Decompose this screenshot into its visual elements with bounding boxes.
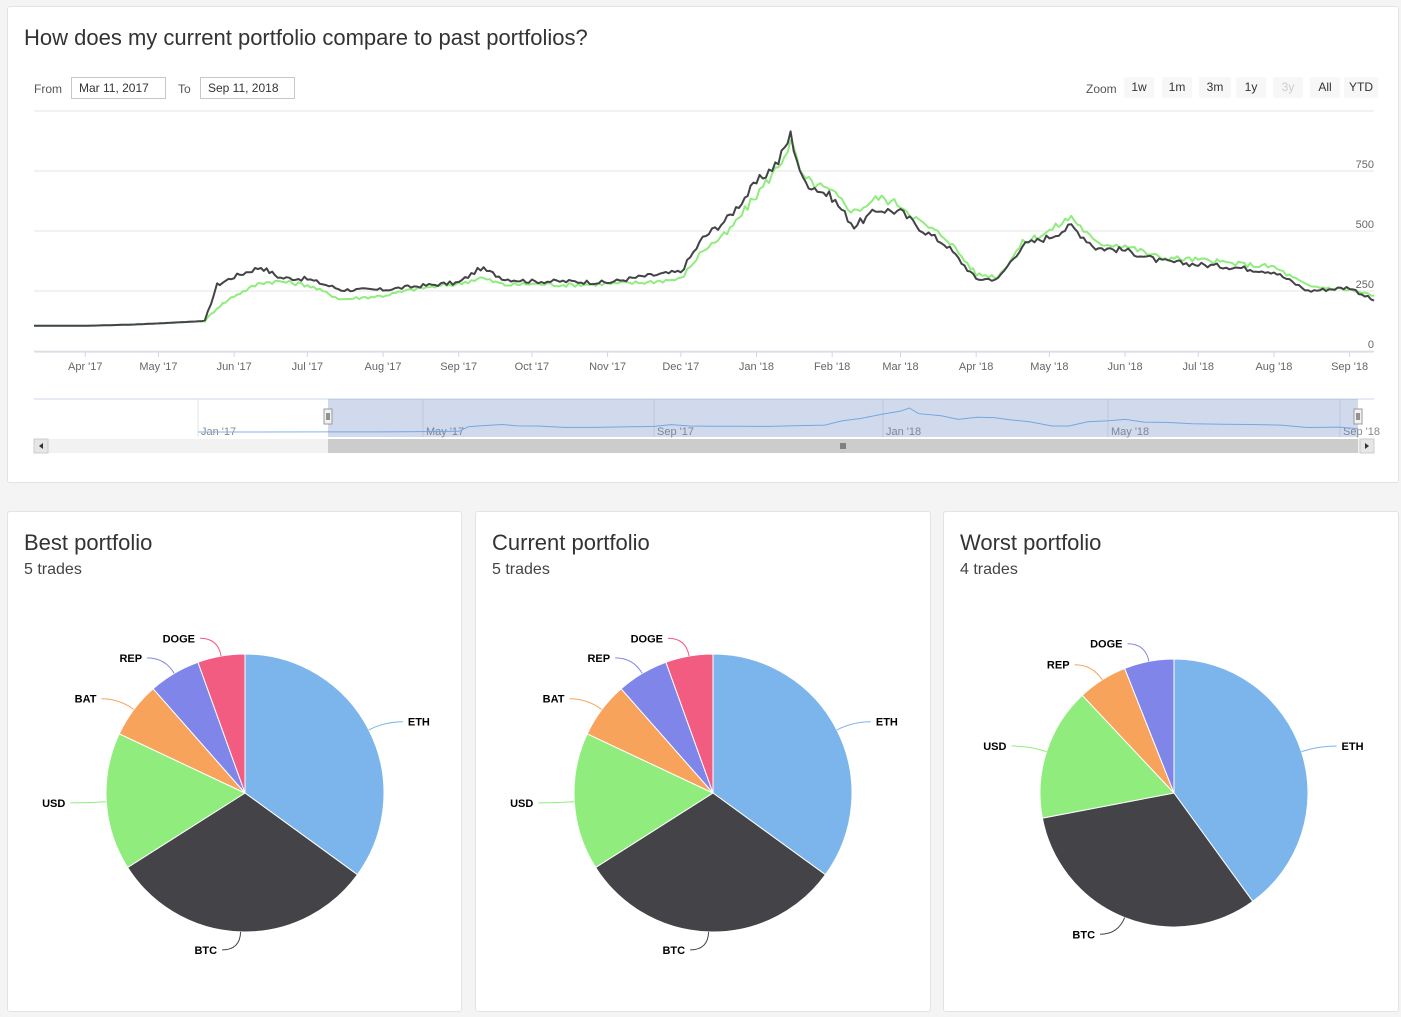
x-tick-label: Jul '17 [292,361,323,373]
pie-connector [1099,917,1126,935]
x-tick-label: Nov '17 [589,361,626,373]
pie-label-bat: BAT [75,694,97,706]
y-tick-label: 0 [1368,339,1374,351]
navigator-right-handle[interactable] [1353,408,1363,425]
comparison-card: How does my current portfolio compare to… [7,6,1399,483]
past-portfolio-line [34,139,1375,327]
x-tick-label: Aug '17 [365,361,402,373]
pie-connector [569,698,603,710]
pie-label-bat: BAT [543,694,565,706]
x-tick-label: Mar '18 [882,361,918,373]
pie-label-btc: BTC [1072,929,1095,941]
x-tick-label: Oct '17 [515,361,550,373]
pie-label-eth: ETH [1342,741,1364,753]
x-tick-label: Apr '17 [68,361,103,373]
pie-connector [1301,745,1337,753]
pie-label-usd: USD [510,798,533,810]
navigator-left-handle[interactable] [323,408,333,425]
x-tick-label: Jun '17 [217,361,252,373]
pie-connector [368,721,403,731]
pie-label-rep: REP [119,653,142,665]
pie-connector [615,657,643,674]
pie-connector [222,931,242,951]
x-tick-label: Feb '18 [814,361,850,373]
worst-portfolio-card: Worst portfolio 4 trades ETH BTC USD REP DOG… [943,511,1399,1012]
x-tick-label: Apr '18 [959,361,994,373]
pie-label-btc: BTC [662,945,685,957]
pie-label-btc: BTC [194,945,217,957]
pie-label-eth: ETH [876,717,898,729]
pie-connector [538,801,575,804]
pie-connector [690,931,710,951]
pie-connector [70,801,107,804]
pie-label-usd: USD [983,741,1006,753]
x-tick-label: May '17 [139,361,177,373]
scroll-left-button[interactable] [33,438,49,454]
pie-label-rep: REP [587,653,610,665]
x-tick-label: Jan '18 [739,361,774,373]
current-portfolio-card: Current portfolio 5 trades ETH BTC USD BAT R… [475,511,931,1012]
y-tick-label: 250 [1356,279,1374,291]
x-tick-label: Aug '18 [1255,361,1292,373]
best-portfolio-pie: ETH BTC USD BAT REP DOGE [42,633,430,957]
pie-connector [1011,745,1047,753]
x-tick-label: Jul '18 [1183,361,1214,373]
pie-connector [147,657,175,674]
pie-connector [1127,643,1150,662]
pie-label-usd: USD [42,798,65,810]
pie-label-doge: DOGE [631,633,663,645]
pie-label-rep: REP [1047,660,1070,672]
x-tick-label: Sep '17 [440,361,477,373]
pie-label-eth: ETH [408,717,430,729]
pie-connector [1074,664,1103,681]
worst-portfolio-pie: ETH BTC USD REP DOGE [983,639,1364,942]
navigator-selection[interactable] [328,399,1358,437]
pie-label-doge: DOGE [1090,639,1122,651]
y-tick-label: 500 [1356,219,1374,231]
current-portfolio-pie: ETH BTC USD BAT REP DOGE [510,633,898,957]
pie-label-doge: DOGE [163,633,195,645]
pie-connector [101,698,135,710]
x-tick-label: Sep '18 [1331,361,1368,373]
x-tick-label: May '18 [1030,361,1068,373]
y-tick-label: 750 [1356,159,1374,171]
portfolio-line-chart: 0 250 500 750 Apr '17 May '17 Jun '17 Jul '17 Au… [33,110,1380,454]
pie-connector [199,637,222,657]
best-portfolio-card: Best portfolio 5 trades ETH BTC USD BAT REP D… [7,511,462,1012]
x-tick-label: Dec '17 [662,361,699,373]
x-tick-label: Jun '18 [1107,361,1142,373]
pie-connector [836,721,871,731]
pie-connector [667,637,690,657]
scroll-right-button[interactable] [1359,438,1375,454]
